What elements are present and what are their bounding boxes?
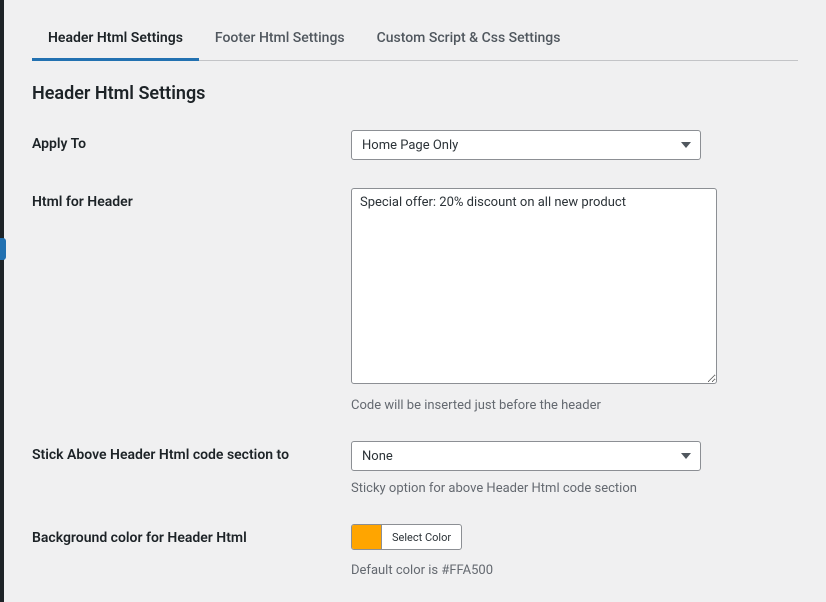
- textarea-html-header[interactable]: [351, 188, 717, 384]
- label-html-header: Html for Header: [32, 188, 351, 210]
- section-title: Header Html Settings: [32, 83, 798, 104]
- desc-stick-to: Sticky option for above Header Html code…: [351, 481, 721, 496]
- label-apply-to: Apply To: [32, 130, 351, 152]
- chevron-down-icon: Home Page Only: [351, 130, 701, 160]
- desc-bg-color: Default color is #FFA500: [351, 563, 721, 578]
- color-picker[interactable]: Select Color: [351, 524, 462, 550]
- chevron-down-icon: None: [351, 441, 701, 471]
- tab-footer-html[interactable]: Footer Html Settings: [199, 20, 361, 61]
- admin-sidebar-edge: [0, 0, 4, 602]
- row-html-header: Html for Header Code will be inserted ju…: [32, 188, 798, 413]
- select-apply-to[interactable]: Home Page Only: [351, 130, 701, 160]
- label-stick-to: Stick Above Header Html code section to: [32, 441, 351, 463]
- settings-tabs: Header Html Settings Footer Html Setting…: [32, 20, 798, 61]
- select-color-button[interactable]: Select Color: [382, 525, 461, 549]
- admin-sidebar-active-indicator: [0, 238, 6, 260]
- color-swatch[interactable]: [352, 525, 382, 549]
- tab-header-html[interactable]: Header Html Settings: [32, 20, 199, 61]
- row-stick-to: Stick Above Header Html code section to …: [32, 441, 798, 496]
- tab-custom-script-css[interactable]: Custom Script & Css Settings: [361, 20, 577, 61]
- select-stick-to[interactable]: None: [351, 441, 701, 471]
- row-bg-color: Background color for Header Html Select …: [32, 524, 798, 578]
- row-apply-to: Apply To Home Page Only: [32, 130, 798, 160]
- desc-html-header: Code will be inserted just before the he…: [351, 398, 721, 413]
- label-bg-color: Background color for Header Html: [32, 524, 351, 546]
